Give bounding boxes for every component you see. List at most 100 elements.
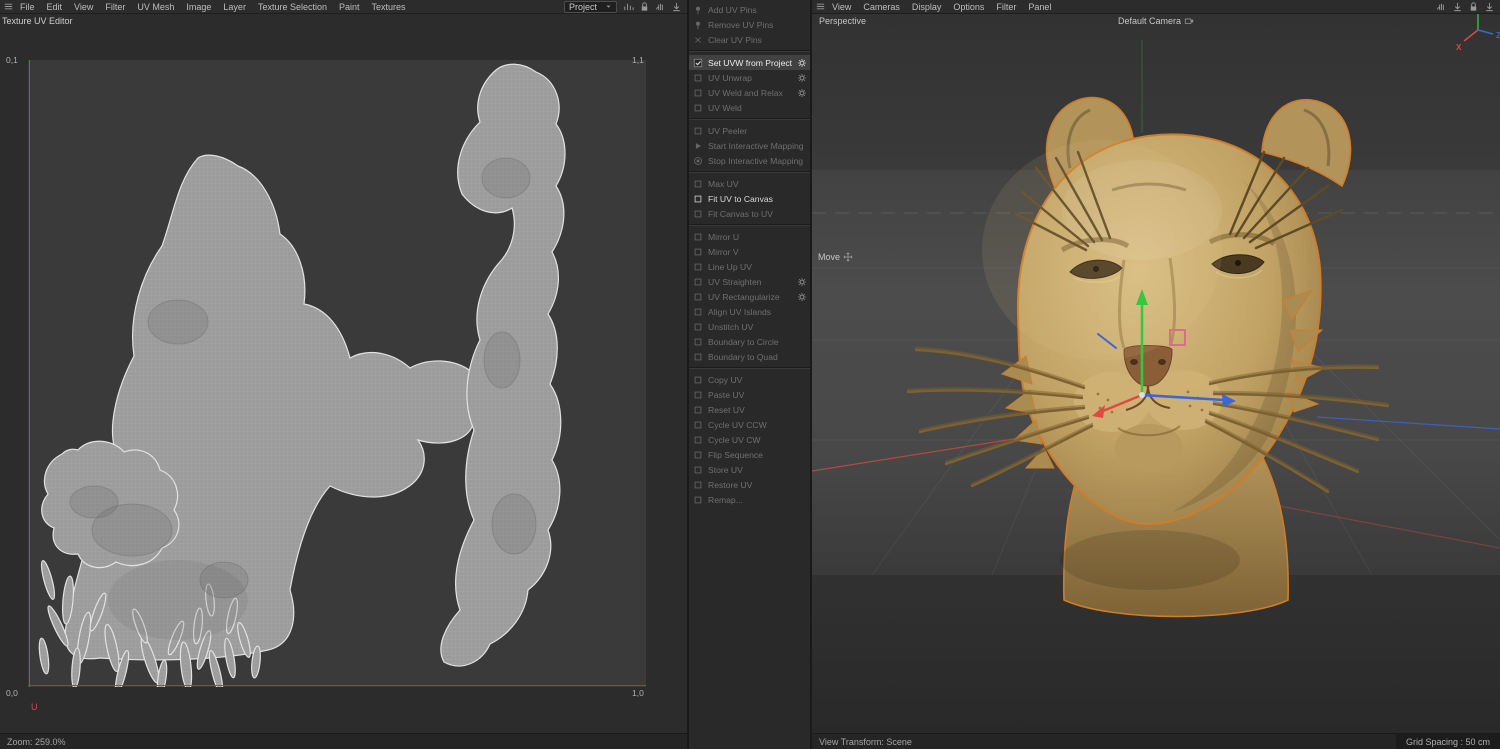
- cmd-item-label: Fit UV to Canvas: [708, 194, 807, 204]
- square-icon: [693, 126, 703, 136]
- square-icon: [693, 247, 703, 257]
- uv-menu-layer[interactable]: Layer: [217, 2, 252, 12]
- vp-menu-display[interactable]: Display: [906, 2, 948, 12]
- cmd-item-align-uv-islands[interactable]: Align UV Islands: [689, 304, 810, 319]
- uv-menu-texture-selection[interactable]: Texture Selection: [252, 2, 333, 12]
- cmd-item-label: Align UV Islands: [708, 307, 807, 317]
- cmd-item-cycle-uv-cw[interactable]: Cycle UV CW: [689, 432, 810, 447]
- gear-icon[interactable]: [797, 292, 807, 302]
- cmd-item-uv-unwrap[interactable]: UV Unwrap: [689, 70, 810, 85]
- cmd-item-store-uv[interactable]: Store UV: [689, 462, 810, 477]
- gear-icon[interactable]: [797, 73, 807, 83]
- chart-icon[interactable]: [623, 1, 634, 12]
- cmd-item-cycle-uv-ccw[interactable]: Cycle UV CCW: [689, 417, 810, 432]
- cmd-item-label: UV Peeler: [708, 126, 807, 136]
- cmd-item-label: UV Rectangularize: [708, 292, 792, 302]
- cmd-item-line-up-uv[interactable]: Line Up UV: [689, 259, 810, 274]
- camera-icon: [1184, 16, 1194, 26]
- square-icon: [693, 292, 703, 302]
- cmd-item-label: UV Weld and Relax: [708, 88, 792, 98]
- cmd-item-uv-rectangularize[interactable]: UV Rectangularize: [689, 289, 810, 304]
- vp-menu-cameras[interactable]: Cameras: [857, 2, 906, 12]
- square-icon: [693, 88, 703, 98]
- cmd-item-label: Unstitch UV: [708, 322, 807, 332]
- cmd-item-label: Reset UV: [708, 405, 807, 415]
- cmd-item-uv-weld-and-relax[interactable]: UV Weld and Relax: [689, 85, 810, 100]
- cmd-item-add-uv-pins[interactable]: Add UV Pins: [689, 2, 810, 17]
- cmd-item-set-uvw-from-projection[interactable]: Set UVW from Projection: [689, 55, 810, 70]
- cmd-item-boundary-to-quad[interactable]: Boundary to Quad: [689, 349, 810, 364]
- gear-icon[interactable]: [797, 277, 807, 287]
- uv-editor-title: Texture UV Editor: [2, 16, 73, 26]
- cmd-item-uv-peeler[interactable]: UV Peeler: [689, 123, 810, 138]
- viewport-3d[interactable]: Y X Z ViewCamerasDisplayOptionsFilterPan…: [812, 0, 1500, 749]
- cmd-item-label: Restore UV: [708, 480, 807, 490]
- cmd-item-label: Copy UV: [708, 375, 807, 385]
- cmd-item-label: Set UVW from Projection: [708, 58, 792, 68]
- download-icon[interactable]: [1484, 1, 1495, 12]
- cmd-item-flip-sequence[interactable]: Flip Sequence: [689, 447, 810, 462]
- uv-islands[interactable]: [28, 60, 646, 687]
- cmd-item-boundary-to-circle[interactable]: Boundary to Circle: [689, 334, 810, 349]
- square-icon: [693, 390, 703, 400]
- square-icon: [693, 277, 703, 287]
- uv-menu-uv-mesh[interactable]: UV Mesh: [131, 2, 180, 12]
- chevron-down-icon: [605, 3, 612, 10]
- application-window: FileEditViewFilterUV MeshImageLayerTextu…: [0, 0, 1500, 749]
- cmd-item-label: Remap...: [708, 495, 807, 505]
- cmd-item-reset-uv[interactable]: Reset UV: [689, 402, 810, 417]
- uv-menu-textures[interactable]: Textures: [366, 2, 412, 12]
- cmd-item-fit-canvas-to-uv[interactable]: Fit Canvas to UV: [689, 206, 810, 221]
- uv-menu-image[interactable]: Image: [180, 2, 217, 12]
- cmd-item-remove-uv-pins[interactable]: Remove UV Pins: [689, 17, 810, 32]
- cmd-item-stop-interactive-mapping[interactable]: Stop Interactive Mapping: [689, 153, 810, 168]
- cmd-item-copy-uv[interactable]: Copy UV: [689, 372, 810, 387]
- cmd-item-label: UV Straighten: [708, 277, 792, 287]
- cmd-item-label: Fit Canvas to UV: [708, 209, 807, 219]
- cmd-item-label: Flip Sequence: [708, 450, 807, 460]
- gear-icon[interactable]: [797, 88, 807, 98]
- uv-editor-menu: FileEditViewFilterUV MeshImageLayerTextu…: [14, 2, 412, 12]
- gear-icon[interactable]: [797, 58, 807, 68]
- uv-canvas[interactable]: [28, 60, 646, 687]
- download-icon[interactable]: [1452, 1, 1463, 12]
- square-icon: [693, 405, 703, 415]
- cmd-item-uv-weld[interactable]: UV Weld: [689, 100, 810, 115]
- viewport-scene[interactable]: Y X Z: [812, 0, 1500, 733]
- uv-menu-filter[interactable]: Filter: [99, 2, 131, 12]
- cmd-item-max-uv[interactable]: Max UV: [689, 176, 810, 191]
- uv-menu-edit[interactable]: Edit: [41, 2, 69, 12]
- vp-menu-filter[interactable]: Filter: [990, 2, 1022, 12]
- vp-menu-panel[interactable]: Panel: [1022, 2, 1057, 12]
- cmd-item-unstitch-uv[interactable]: Unstitch UV: [689, 319, 810, 334]
- panel-menu-icon[interactable]: [3, 1, 14, 12]
- uv-editor-menubar: FileEditViewFilterUV MeshImageLayerTextu…: [0, 0, 687, 14]
- uv-command-list: Add UV PinsRemove UV PinsClear UV Pins Se…: [689, 2, 810, 507]
- cmd-item-clear-uv-pins[interactable]: Clear UV Pins: [689, 32, 810, 47]
- square-icon: [693, 375, 703, 385]
- lock-icon[interactable]: [639, 1, 650, 12]
- cmd-item-uv-straighten[interactable]: UV Straighten: [689, 274, 810, 289]
- vp-menu-options[interactable]: Options: [947, 2, 990, 12]
- cmd-item-paste-uv[interactable]: Paste UV: [689, 387, 810, 402]
- cmd-item-label: UV Weld: [708, 103, 807, 113]
- uv-menu-paint[interactable]: Paint: [333, 2, 366, 12]
- download-icon[interactable]: [671, 1, 682, 12]
- square-icon: [693, 352, 703, 362]
- hand-icon[interactable]: [655, 1, 666, 12]
- panel-menu-icon[interactable]: [815, 1, 826, 12]
- cmd-item-restore-uv[interactable]: Restore UV: [689, 477, 810, 492]
- hand-icon[interactable]: [1436, 1, 1447, 12]
- move-tool-label: Move: [818, 252, 853, 262]
- uv-menu-file[interactable]: File: [14, 2, 41, 12]
- project-select[interactable]: Project: [564, 1, 617, 13]
- cmd-item-remap[interactable]: Remap...: [689, 492, 810, 507]
- lock-icon[interactable]: [1468, 1, 1479, 12]
- cmd-item-mirror-u[interactable]: Mirror U: [689, 229, 810, 244]
- cmd-item-mirror-v[interactable]: Mirror V: [689, 244, 810, 259]
- uv-editor-panel: FileEditViewFilterUV MeshImageLayerTextu…: [0, 0, 687, 749]
- vp-menu-view[interactable]: View: [826, 2, 857, 12]
- uv-menu-view[interactable]: View: [68, 2, 99, 12]
- cmd-item-start-interactive-mapping[interactable]: Start Interactive Mapping: [689, 138, 810, 153]
- cmd-item-fit-uv-to-canvas[interactable]: Fit UV to Canvas: [689, 191, 810, 206]
